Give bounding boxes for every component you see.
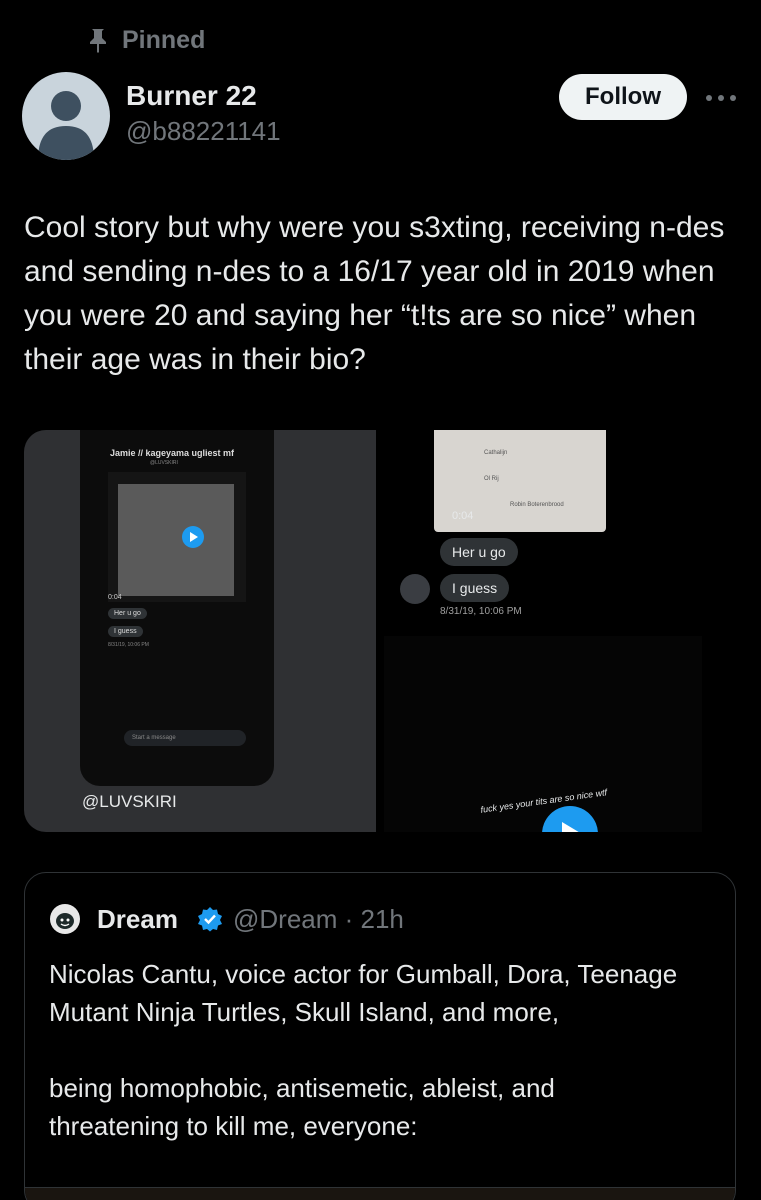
author-handle[interactable]: @b88221141: [126, 116, 281, 147]
contact-name: Robin Boterenbrood: [510, 502, 564, 508]
message-input: Start a message: [124, 730, 246, 746]
phone-screenshot: Jamie // kageyama ugliest mf @LUVSKIRI 0…: [80, 430, 274, 786]
pin-icon: [88, 27, 108, 53]
contact-name: Cathalijn: [484, 450, 508, 456]
video-duration: 0:04: [108, 594, 122, 601]
more-options-icon[interactable]: [704, 90, 738, 101]
phone-title: Jamie // kageyama ugliest mf: [110, 448, 235, 458]
pinned-label: Pinned: [122, 25, 206, 54]
message-date: 8/31/19, 10:06 PM: [108, 642, 149, 648]
phone-header: Jamie // kageyama ugliest mf @LUVSKIRI: [80, 438, 274, 474]
tweet-page: Pinned Burner 22 @b88221141 Follow Cool …: [0, 0, 761, 1200]
quoted-media: [25, 1187, 735, 1200]
phone-subtitle: @LUVSKIRI: [150, 460, 178, 466]
video-duration: 0:04: [452, 510, 474, 522]
follow-button[interactable]: Follow: [559, 74, 687, 120]
quoted-name: Dream: [97, 904, 178, 934]
message-bubble: Her u go: [108, 608, 147, 619]
avatar[interactable]: [22, 72, 110, 160]
quoted-handle-time: @Dream · 21h: [233, 904, 404, 934]
verified-badge-icon: [197, 906, 223, 932]
watermark-handle: @LUVSKIRI: [82, 792, 177, 811]
contact-name: Ol Rij: [484, 476, 499, 482]
pinned-indicator: Pinned: [88, 24, 205, 56]
play-icon: [182, 526, 204, 548]
author-name[interactable]: Burner 22: [126, 80, 257, 112]
media-image-left[interactable]: Jamie // kageyama ugliest mf @LUVSKIRI 0…: [24, 430, 376, 832]
media-image-right[interactable]: Cathalijn Ol Rij Robin Boterenbrood 0:04…: [384, 430, 736, 832]
tweet-text: Cool story but why were you s3xting, rec…: [24, 211, 725, 376]
contact-card: [118, 484, 234, 596]
quoted-avatar: [49, 903, 81, 935]
message-bubble: I guess: [108, 626, 143, 637]
video-frame: fuck yes your tits are so nice wtf: [384, 636, 702, 832]
play-icon[interactable]: [542, 806, 598, 832]
message-date: 8/31/19, 10:06 PM: [440, 606, 522, 617]
message-bubble: I guess: [440, 574, 510, 602]
video-thumbnail: [108, 472, 246, 602]
quoted-tweet[interactable]: Dream @Dream · 21h Nicolas Cantu, voice …: [24, 872, 736, 1200]
message-bubble: Her u go: [440, 538, 518, 566]
sender-avatar: [400, 574, 430, 604]
quoted-text: Nicolas Cantu, voice actor for Gumball, …: [49, 959, 678, 1141]
